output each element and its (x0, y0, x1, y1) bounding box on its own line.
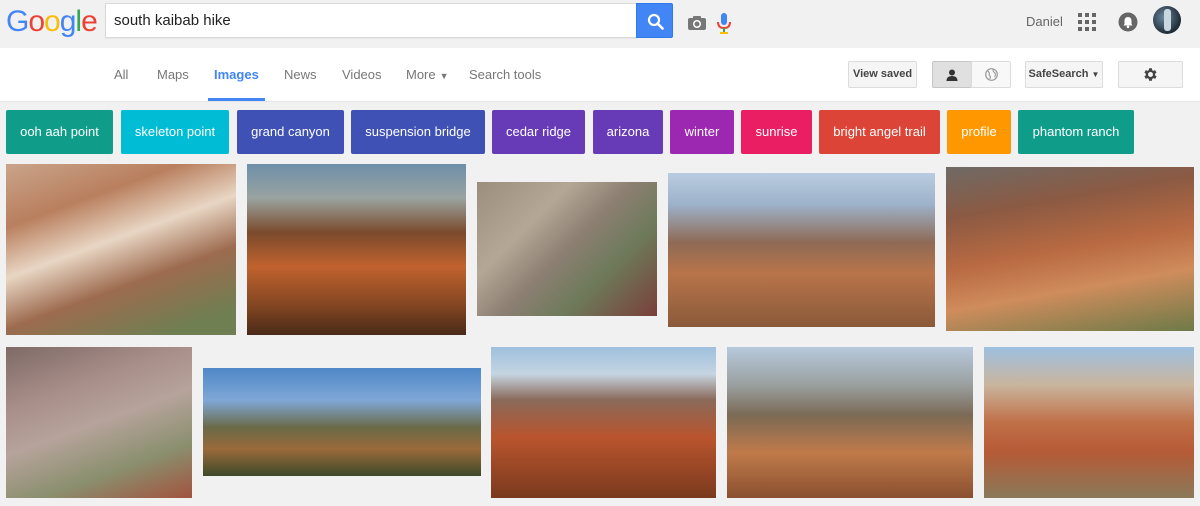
safesearch-dropdown[interactable]: SafeSearch ▼ (1025, 61, 1103, 88)
chevron-down-icon: ▼ (439, 71, 449, 81)
image-result[interactable] (727, 347, 973, 498)
logo-letter: o (28, 5, 45, 38)
top-header: Google Daniel (0, 0, 1200, 48)
tab-videos[interactable]: Videos (342, 67, 382, 101)
search-button[interactable] (636, 3, 673, 38)
globe-icon (984, 68, 998, 81)
apps-grid-icon[interactable] (1078, 13, 1096, 31)
related-chip[interactable]: cedar ridge (492, 110, 585, 154)
image-result[interactable] (6, 164, 236, 335)
global-results-toggle[interactable] (971, 61, 1011, 88)
logo-letter: o (44, 5, 61, 38)
related-chip[interactable]: phantom ranch (1018, 110, 1134, 154)
related-chip[interactable]: suspension bridge (351, 110, 485, 154)
related-chip[interactable]: winter (670, 110, 734, 154)
tab-maps[interactable]: Maps (157, 67, 189, 101)
settings-button[interactable] (1118, 61, 1183, 88)
tab-more-label: More (406, 67, 436, 82)
tab-more[interactable]: More ▼ (406, 67, 449, 101)
search-input[interactable] (114, 4, 574, 37)
avatar[interactable] (1153, 6, 1181, 34)
image-result[interactable] (946, 167, 1194, 331)
mic-icon[interactable] (717, 13, 731, 34)
search-box (105, 3, 731, 38)
safesearch-label: SafeSearch (1028, 68, 1089, 80)
tab-all[interactable]: All (114, 67, 128, 101)
google-logo[interactable]: Google (6, 5, 98, 38)
related-chip[interactable]: bright angel trail (819, 110, 940, 154)
image-result[interactable] (477, 182, 657, 316)
search-tools-link[interactable]: Search tools (469, 67, 541, 101)
camera-icon[interactable] (687, 15, 707, 31)
image-result[interactable] (247, 164, 466, 335)
related-chip[interactable]: sunrise (741, 110, 812, 154)
related-chip[interactable]: profile (947, 110, 1011, 154)
tab-news[interactable]: News (284, 67, 317, 101)
personal-results-toggle[interactable] (932, 61, 972, 88)
search-icon (647, 13, 664, 30)
logo-letter: g (59, 5, 77, 38)
tab-images[interactable]: Images (208, 67, 265, 101)
user-name[interactable]: Daniel (1026, 14, 1063, 29)
related-chip[interactable]: skeleton point (121, 110, 229, 154)
view-saved-button[interactable]: View saved (848, 61, 917, 88)
nav-bar: All Maps Images News Videos More ▼ Search… (0, 48, 1200, 102)
chevron-down-icon: ▼ (1091, 70, 1100, 79)
notifications-icon[interactable] (1118, 12, 1138, 32)
gear-icon (1144, 68, 1157, 81)
image-result[interactable] (491, 347, 716, 498)
person-icon (946, 69, 958, 81)
related-chip[interactable]: grand canyon (237, 110, 344, 154)
image-result[interactable] (6, 347, 192, 498)
image-result[interactable] (984, 347, 1194, 498)
related-chip[interactable]: ooh aah point (6, 110, 113, 154)
logo-letter: e (81, 5, 98, 38)
image-result[interactable] (668, 173, 935, 327)
related-chip[interactable]: arizona (593, 110, 663, 154)
image-result[interactable] (203, 368, 481, 476)
logo-letter: G (6, 5, 29, 38)
